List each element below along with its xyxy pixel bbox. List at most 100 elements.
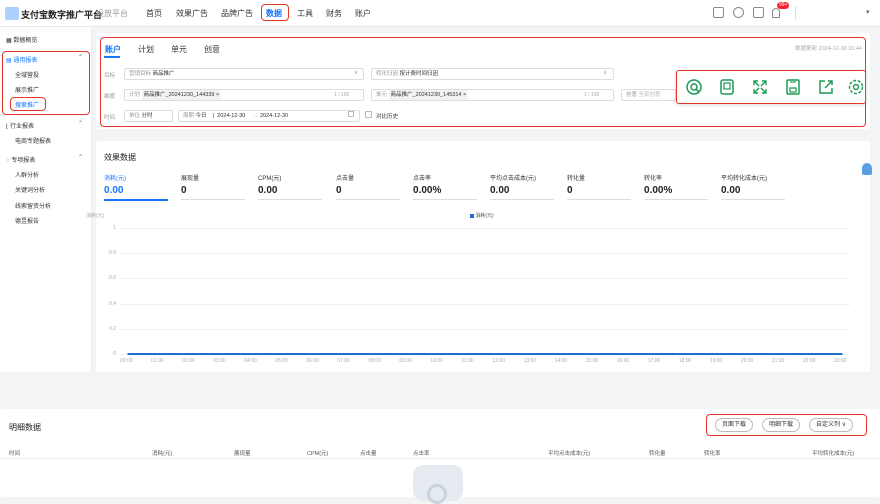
table-column-header[interactable]: 平均转化成本(元) (812, 449, 854, 457)
marketing-goal-select[interactable]: 营销目标 商品推广 (124, 68, 364, 80)
nav-account[interactable]: 账户 (355, 8, 371, 19)
help-icon[interactable] (733, 7, 744, 18)
sidebar-item-crowd[interactable]: 人群分析 (15, 170, 39, 179)
sidebar-item-display[interactable]: 展示推广 (15, 85, 39, 94)
grid-line (120, 303, 850, 305)
row-label-dimension: 维度 (104, 94, 116, 100)
metric-label[interactable]: 点击率 (413, 173, 431, 182)
plan-chip[interactable]: 商品推广_20241230_144339 × (141, 90, 222, 100)
sidebar-item-industry[interactable]: ⌊ 行业报表 (6, 121, 34, 130)
unit-count: 1 / 100 (584, 92, 600, 98)
compare-history-label: 对比历史 (376, 114, 399, 120)
notification-badge: 99+ (777, 2, 790, 9)
message-icon[interactable] (753, 7, 764, 18)
x-tick-label: 10:00 (430, 358, 443, 364)
metric-label[interactable]: 平均点击成本(元) (490, 173, 536, 182)
time-unit-select[interactable]: 单位 分时 (124, 110, 173, 122)
table-column-header[interactable]: CPM(元) (307, 449, 328, 457)
y-tick-label: 0.6 (109, 275, 116, 282)
table-column-header[interactable]: 时间 (9, 449, 20, 457)
unit-select[interactable]: 单元 商品推广_20241230_145314 × (371, 89, 614, 101)
table-column-header[interactable]: 展现量 (234, 449, 251, 457)
share-icon[interactable] (817, 78, 835, 96)
sidebar-item-all-domain[interactable]: 全域营投 (15, 70, 39, 79)
grid-line (120, 253, 850, 255)
page-download-button[interactable]: 页面下载 (715, 418, 754, 432)
nav-finance[interactable]: 财务 (326, 8, 342, 19)
nav-home[interactable]: 首页 (146, 8, 162, 19)
metric-label[interactable]: 展现量 (181, 173, 199, 182)
metric-label[interactable]: 转化率 (644, 173, 662, 182)
table-column-header[interactable]: 平均点击成本(元) (548, 449, 590, 457)
sidebar-item-special[interactable]: ◌ 专项报表 (6, 155, 35, 164)
top-bar: 支付宝数字推广平台 投放平台 首页 效果广告 品牌广告 数据 工具 财务 账户 … (0, 0, 880, 27)
metric-label[interactable]: 平均转化成本(元) (721, 173, 767, 182)
chevron-up-icon[interactable]: ⌃ (78, 120, 83, 127)
account-dropdown-icon[interactable]: ▾ (866, 8, 870, 16)
metric-underline (336, 199, 400, 200)
custom-columns-button[interactable]: 自定义列 ∨ (809, 418, 854, 432)
metric-label[interactable]: CPM(元) (258, 173, 281, 182)
grid-line (120, 278, 850, 280)
sidebar-item-general-report[interactable]: ▤ 通用报表 (6, 55, 37, 64)
table-column-header[interactable]: 转化率 (704, 449, 721, 457)
date-range-picker[interactable]: 周期 今日 | 2024-12-30 → 2024-12-30 (178, 110, 360, 122)
chevron-down-icon: ∨ (354, 70, 359, 76)
nav-performance-ads[interactable]: 效果广告 (176, 8, 208, 19)
settings-icon[interactable] (847, 78, 865, 96)
nav-tools[interactable]: 工具 (297, 8, 313, 19)
sidebar-item-overview[interactable]: ▦ 数据概览 (6, 35, 37, 44)
row-label-goal: 目标 (104, 73, 116, 79)
search-data-icon[interactable] (685, 78, 703, 96)
nav-data[interactable]: 数据 (266, 8, 282, 19)
nav-brand-ads[interactable]: 品牌广告 (221, 8, 253, 19)
compare-history-checkbox[interactable] (365, 111, 372, 118)
metric-underline (490, 199, 554, 200)
detail-title: 明细数据 (9, 423, 41, 432)
x-tick-label: 21:00 (771, 358, 785, 364)
conversion-attribution-select[interactable]: 转化归因 按计费时间归因 (371, 68, 614, 80)
sidebar-item-leads[interactable]: 线索留资分析 (15, 201, 51, 210)
metric-value: 0.00 (258, 185, 278, 196)
window-icon[interactable] (713, 7, 724, 18)
chevron-up-icon[interactable]: ⌃ (78, 154, 83, 161)
table-column-header[interactable]: 消耗(元) (152, 449, 172, 457)
creative-select[interactable]: 创意 全部创意 (621, 89, 676, 101)
metric-label[interactable]: 点击量 (336, 173, 354, 182)
metric-label[interactable]: 转化量 (567, 173, 585, 182)
tablet-icon[interactable] (718, 78, 736, 96)
tab-creative[interactable]: 创意 (204, 44, 220, 55)
detail-download-button[interactable]: 明细下载 (762, 418, 801, 432)
calendar-icon (348, 111, 354, 117)
save-icon[interactable] (784, 78, 802, 96)
divider (795, 6, 796, 20)
table-column-header[interactable]: 点击量 (360, 449, 377, 457)
x-tick-label: 00:00 (120, 358, 133, 364)
chevron-up-icon[interactable]: ⌃ (78, 54, 83, 61)
sidebar-item-search-promo[interactable]: 搜索推广 (15, 100, 39, 109)
assistant-robot-icon[interactable] (862, 163, 872, 175)
sidebar-item-ecommerce[interactable]: 电商专题报表 (15, 136, 51, 145)
metric-value: 0 (336, 185, 342, 196)
metric-underline (644, 199, 708, 200)
metric-underline (413, 199, 477, 200)
grid-line (120, 228, 850, 229)
tab-plan[interactable]: 计划 (138, 44, 154, 55)
sidebar-item-report[interactable]: 德昱报告 (15, 216, 39, 225)
x-tick-label: 09:00 (399, 358, 412, 364)
metric-label[interactable]: 消耗(元) (104, 173, 126, 182)
fullscreen-icon[interactable] (751, 78, 769, 96)
plan-select[interactable]: 计划 商品推广_20241230_144339 × (124, 89, 364, 101)
x-tick-label: 01:00 (151, 358, 164, 364)
platform-subtitle[interactable]: 投放平台 (96, 8, 128, 19)
x-tick-label: 23:00 (834, 358, 847, 364)
sidebar-item-keyword[interactable]: 关键词分析 (15, 185, 45, 194)
bell-icon[interactable] (772, 8, 780, 18)
table-column-header[interactable]: 点击率 (413, 449, 430, 457)
tab-unit[interactable]: 单元 (171, 44, 187, 55)
tab-account[interactable]: 账户 (105, 44, 121, 55)
table-column-header[interactable]: 转化量 (649, 449, 666, 457)
metric-underline (721, 199, 785, 200)
unit-chip[interactable]: 商品推广_20241230_145314 × (388, 90, 469, 100)
y-tick-label: 0.4 (109, 300, 116, 307)
